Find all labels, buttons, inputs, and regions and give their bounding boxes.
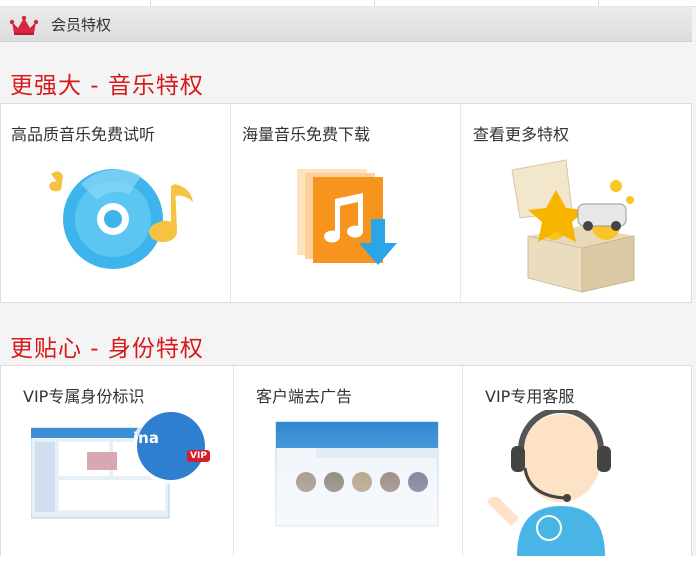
privilege-free-download[interactable]: 海量音乐免费下载 [230,104,461,302]
section-title-music: 更强大 - 音乐特权 [10,73,204,99]
customer-service-icon [487,410,611,556]
vip-badge-screenshot [31,410,209,519]
ad-free-client-screenshot [256,418,446,530]
privilege-label: VIP专属身份标识 [23,387,145,406]
treasure-box-icon [511,159,635,293]
header-title: 会员特权 [51,16,112,34]
username-fragment: ina [133,429,159,447]
vip-badge: VIP [187,450,210,462]
music-download-icon [297,169,397,265]
privilege-label: 高品质音乐免费试听 [11,125,156,144]
privilege-ad-free[interactable]: 客户端去广告 [233,366,463,557]
cd-music-icon [49,169,193,269]
privilege-hq-listening[interactable]: 高品质音乐免费试听 [1,104,230,302]
privilege-label: 海量音乐免费下载 [242,125,371,144]
privilege-label: VIP专用客服 [485,387,575,406]
bottom-strip [0,556,696,568]
privilege-label: 查看更多特权 [473,125,570,144]
crown-icon [9,15,39,35]
section-title-identity: 更贴心 - 身份特权 [10,336,204,362]
music-privileges-panel: 高品质音乐免费试听 海量音乐免费下载 查看更多特权 [0,103,692,303]
member-privileges-tab[interactable]: 会员特权 [0,7,692,42]
privilege-label: 客户端去广告 [256,387,353,406]
identity-privileges-panel: VIP专属身份标识 ina VIP 客户端去广告 VIP专用客服 [0,365,692,557]
privilege-vip-badge[interactable]: VIP专属身份标识 ina VIP [1,366,233,557]
privilege-more[interactable]: 查看更多特权 [460,104,692,302]
privilege-vip-service[interactable]: VIP专用客服 [462,366,692,557]
top-strip [0,0,696,7]
